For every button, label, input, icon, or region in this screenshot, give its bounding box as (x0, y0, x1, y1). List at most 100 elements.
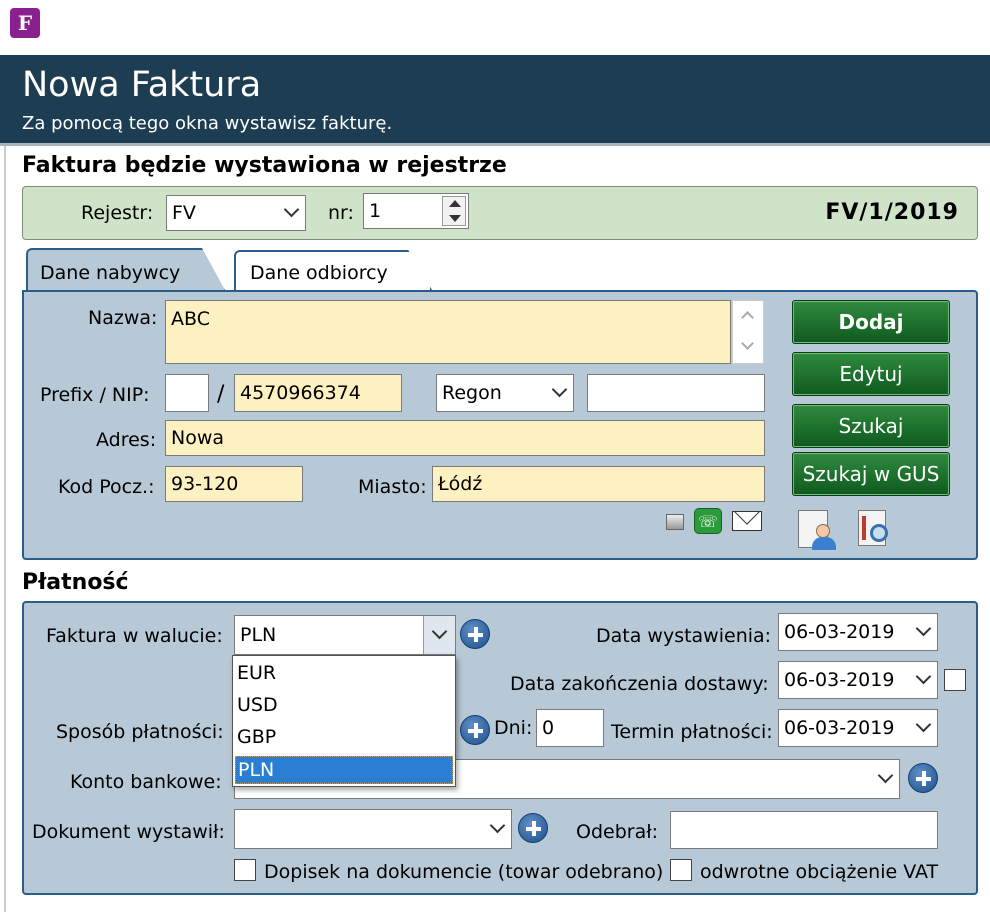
spinner-buttons[interactable] (442, 196, 466, 226)
person-head (816, 524, 830, 538)
termin-value: 06-03-2019 (784, 717, 895, 739)
scroll-down-icon[interactable] (741, 337, 754, 350)
buyer-panel: Nazwa: ABC Prefix / NIP: / 4570966374 Re… (22, 290, 978, 560)
currency-value: PLN (240, 624, 277, 646)
currency-label: Faktura w walucie: (46, 625, 223, 647)
tab-dane-nabywcy[interactable]: Dane nabywcy (26, 248, 226, 292)
page-subtitle: Za pomocą tego okna wystawisz fakturę. (22, 113, 393, 134)
data-zak-label: Data zakończenia dostawy: (510, 673, 769, 695)
odebral-input[interactable] (670, 811, 938, 849)
spin-down-icon[interactable] (449, 215, 461, 222)
register-panel: Rejestr: FV nr: 1 FV/1/2019 (22, 186, 978, 240)
data-wyst-value: 06-03-2019 (784, 621, 895, 643)
left-border (4, 146, 6, 912)
magnifier-lens (870, 524, 888, 542)
nip-slash: / (217, 382, 225, 407)
tab-dane-odbiorcy-label: Dane odbiorcy (250, 262, 388, 284)
currency-select[interactable]: PLN (234, 615, 456, 655)
data-wyst-label: Data wystawienia: (596, 625, 772, 647)
nr-spinner[interactable]: 1 (363, 193, 469, 229)
register-heading: Faktura będzie wystawiona w rejestrze (22, 153, 507, 178)
data-zak-checkbox[interactable] (944, 669, 966, 691)
data-wyst-picker[interactable]: 06-03-2019 (778, 613, 938, 651)
payment-panel: Faktura w walucie: PLN Data wystawienia:… (22, 601, 978, 895)
edytuj-button[interactable]: Edytuj (792, 352, 950, 396)
scroll-up-icon[interactable] (741, 311, 754, 324)
history-search-icon[interactable] (854, 506, 900, 552)
rejestr-select[interactable]: FV (166, 195, 306, 231)
currency-option-selected-label: PLN (238, 759, 275, 781)
add-issuer-icon[interactable] (518, 813, 548, 843)
app-icon: F (10, 8, 40, 38)
currency-option-selected[interactable]: PLN (235, 756, 453, 784)
vat-checkbox[interactable] (670, 859, 692, 881)
dopisek-checkbox[interactable] (234, 859, 256, 881)
termin-label: Termin płatności: (611, 721, 773, 743)
regon-select-value: Regon (442, 382, 502, 404)
odebral-label: Odebrał: (576, 821, 659, 843)
add-bank-account-icon[interactable] (908, 763, 938, 793)
prefix-input[interactable] (165, 374, 209, 412)
szukaj-gus-button[interactable]: Szukaj w GUS (792, 452, 950, 496)
tab-dane-odbiorcy[interactable]: Dane odbiorcy (234, 250, 432, 290)
phone-icon[interactable]: ☏ (694, 508, 722, 534)
chevron-down-icon (915, 668, 932, 685)
adres-input[interactable]: Nowa (165, 420, 765, 456)
add-currency-icon[interactable] (460, 619, 490, 649)
nip-input[interactable]: 4570966374 (234, 374, 402, 412)
page-title: Nowa Faktura (22, 65, 262, 105)
app-icon-letter: F (17, 11, 33, 35)
currency-option[interactable]: USD (237, 694, 278, 716)
dodaj-button[interactable]: Dodaj (792, 300, 950, 344)
vat-label: odwrotne obciążenie VAT (700, 861, 939, 883)
currency-option[interactable]: GBP (237, 726, 276, 748)
regon-select[interactable]: Regon (436, 374, 574, 412)
chevron-down-icon (915, 620, 932, 637)
nazwa-label: Nazwa: (88, 307, 158, 329)
nazwa-input[interactable]: ABC (165, 300, 731, 364)
doc-red-line (862, 516, 866, 540)
invoice-number: FV/1/2019 (825, 200, 959, 225)
konto-label: Konto bankowe: (70, 771, 222, 793)
contact-card-icon[interactable] (794, 506, 840, 552)
dni-input[interactable]: 0 (536, 709, 604, 747)
email-icon[interactable] (732, 511, 762, 531)
sposob-label: Sposób płatności: (56, 721, 224, 743)
currency-option[interactable]: EUR (237, 662, 276, 684)
miasto-label: Miasto: (358, 476, 427, 498)
kod-value: 93-120 (171, 473, 239, 495)
termin-picker[interactable]: 06-03-2019 (778, 709, 938, 747)
chevron-down-icon (877, 767, 894, 784)
header-divider (0, 143, 990, 146)
envelope-flap (734, 512, 760, 525)
dokument-select[interactable] (234, 809, 512, 849)
prefix-nip-label: Prefix / NIP: (40, 384, 150, 406)
miasto-input[interactable]: Łódź (432, 466, 765, 502)
data-zak-value: 06-03-2019 (784, 669, 895, 691)
add-payment-method-icon[interactable] (460, 715, 490, 745)
kod-input[interactable]: 93-120 (165, 466, 303, 502)
dni-value: 0 (542, 717, 555, 739)
payment-heading: Płatność (22, 570, 129, 595)
person-body (812, 537, 836, 550)
fax-icon[interactable] (666, 514, 684, 530)
chevron-down-icon (915, 716, 932, 733)
tab-dane-nabywcy-label: Dane nabywcy (40, 262, 181, 284)
data-zak-picker[interactable]: 06-03-2019 (778, 661, 938, 699)
currency-dropdown-list: EUR USD GBP PLN (232, 655, 456, 787)
adres-value: Nowa (171, 427, 225, 449)
currency-dropdown-button[interactable] (423, 616, 455, 654)
chevron-down-icon (431, 623, 448, 640)
nr-label: nr: (328, 202, 354, 224)
adres-label: Adres: (96, 429, 157, 451)
regon-input[interactable] (587, 374, 765, 412)
rejestr-label: Rejestr: (81, 202, 154, 224)
kod-label: Kod Pocz.: (58, 476, 155, 498)
szukaj-button[interactable]: Szukaj (792, 404, 950, 448)
nazwa-scrollbar[interactable] (732, 300, 764, 364)
spin-up-icon[interactable] (449, 200, 461, 207)
rejestr-value: FV (172, 202, 196, 224)
dni-label: Dni: (494, 717, 533, 739)
nazwa-value: ABC (171, 308, 210, 330)
header-banner: Nowa Faktura Za pomocą tego okna wystawi… (0, 55, 990, 143)
